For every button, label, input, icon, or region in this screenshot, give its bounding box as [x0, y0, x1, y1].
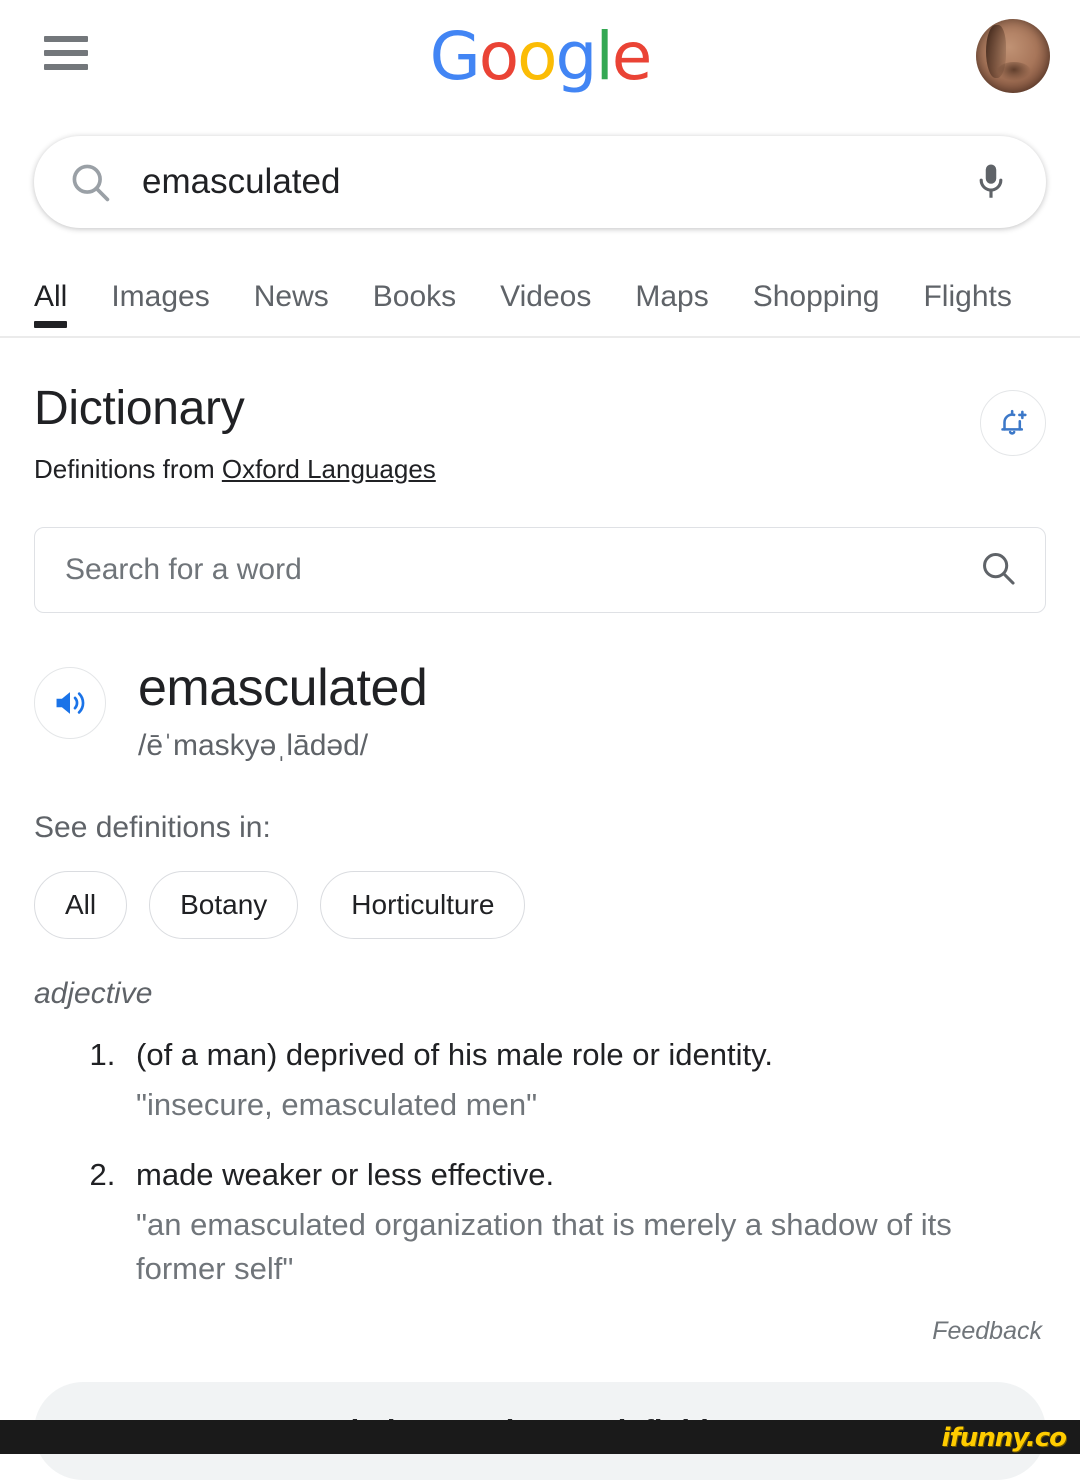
- tab-news[interactable]: News: [232, 280, 351, 336]
- dictionary-card: Dictionary Definitions from Oxford Langu…: [0, 338, 1080, 1480]
- definition-text: made weaker or less effective.: [136, 1157, 555, 1192]
- ifunny-watermark: ifunny.co: [941, 1423, 1067, 1453]
- tab-maps[interactable]: Maps: [613, 280, 730, 336]
- definition-text: (of a man) deprived of his male role or …: [136, 1037, 773, 1072]
- page-header: Google: [0, 0, 1080, 112]
- logo-letter-o1: o: [478, 18, 519, 95]
- tab-books[interactable]: Books: [351, 280, 478, 336]
- dictionary-source-prefix: Definitions from: [34, 454, 222, 484]
- definition-example: "insecure, emasculated men": [136, 1087, 538, 1122]
- chip-horticulture[interactable]: Horticulture: [320, 871, 526, 939]
- logo-letter-g2: g: [555, 18, 598, 95]
- tab-images[interactable]: Images: [89, 280, 231, 336]
- definition-filter-chips: All Botany Horticulture: [34, 871, 1046, 939]
- search-bar[interactable]: emasculated: [34, 136, 1046, 228]
- logo-letter-g1: G: [429, 18, 481, 95]
- definition-list: (of a man) deprived of his male role or …: [34, 1033, 1046, 1291]
- dictionary-header: Dictionary Definitions from Oxford Langu…: [34, 338, 1046, 485]
- feedback-link[interactable]: Feedback: [34, 1317, 1046, 1346]
- oxford-languages-link[interactable]: Oxford Languages: [222, 454, 436, 484]
- tab-videos[interactable]: Videos: [478, 280, 613, 336]
- headword-text: emasculated /ēˈmaskyəˌlādəd/: [138, 659, 428, 763]
- phonetic-spelling: /ēˈmaskyəˌlādəd/: [138, 729, 369, 762]
- search-tabs: All Images News Books Videos Maps Shoppi…: [0, 258, 1080, 338]
- chip-all[interactable]: All: [34, 871, 128, 939]
- headword-row: emasculated /ēˈmaskyəˌlādəd/: [34, 659, 1046, 763]
- page-title: Dictionary: [34, 382, 245, 435]
- search-input[interactable]: emasculated: [112, 162, 970, 202]
- dictionary-source: Definitions from Oxford Languages: [34, 454, 436, 485]
- definition-item: (of a man) deprived of his male role or …: [124, 1033, 1046, 1127]
- headword: emasculated: [138, 659, 428, 717]
- bottom-bar: ifunny.co: [0, 1420, 1080, 1454]
- tab-all[interactable]: All: [28, 280, 89, 336]
- add-alert-bell-icon[interactable]: [980, 390, 1046, 456]
- dictionary-header-text: Dictionary Definitions from Oxford Langu…: [34, 382, 436, 485]
- search-icon[interactable]: [979, 549, 1017, 592]
- part-of-speech: adjective: [34, 977, 153, 1010]
- microphone-icon[interactable]: [970, 161, 1012, 203]
- tab-flights[interactable]: Flights: [901, 280, 1033, 336]
- chip-botany[interactable]: Botany: [149, 871, 299, 939]
- see-definitions-label: See definitions in:: [34, 811, 271, 844]
- word-search-input[interactable]: Search for a word: [34, 527, 1046, 613]
- google-logo[interactable]: Google: [0, 22, 1080, 92]
- logo-letter-l: l: [595, 18, 613, 95]
- search-icon: [68, 160, 112, 204]
- definition-item: made weaker or less effective. "an emasc…: [124, 1153, 1046, 1291]
- speaker-volume-icon[interactable]: [34, 667, 106, 739]
- definition-example: "an emasculated organization that is mer…: [136, 1207, 952, 1286]
- logo-letter-o2: o: [517, 18, 557, 95]
- word-search-placeholder: Search for a word: [65, 553, 302, 586]
- logo-letter-e: e: [611, 18, 653, 95]
- avatar[interactable]: [976, 19, 1050, 93]
- tab-shopping[interactable]: Shopping: [731, 280, 902, 336]
